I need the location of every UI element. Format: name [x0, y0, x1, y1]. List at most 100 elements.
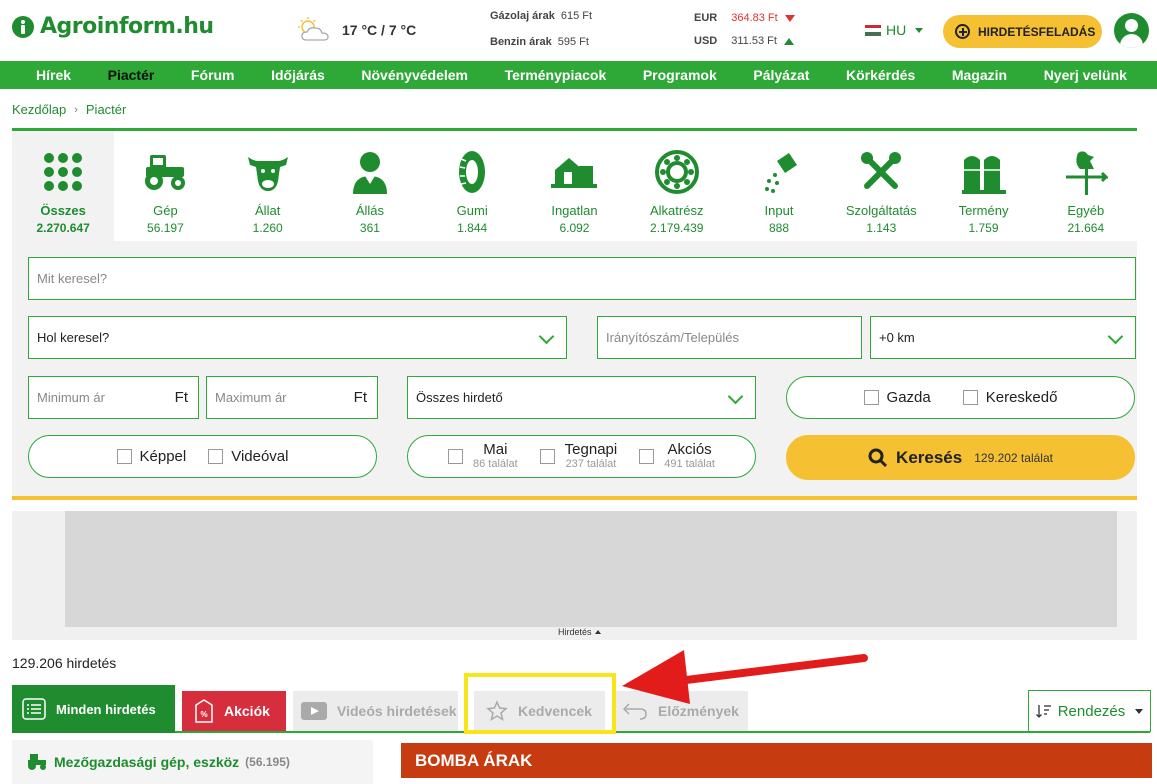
user-account-icon[interactable]	[1114, 13, 1149, 48]
tab-all-listings[interactable]: Minden hirdetés	[12, 685, 175, 733]
category-count: 1.260	[252, 221, 283, 235]
post-ad-button[interactable]: HIRDETÉSFELADÁS	[943, 15, 1102, 48]
plus-circle-icon	[955, 24, 970, 39]
category-ingatlan[interactable]: Ingatlan 6.092	[523, 131, 626, 241]
category-alkatresz[interactable]: Alkatrész 2.179.439	[625, 131, 728, 241]
usd-rate[interactable]: USD 311.53 Ft	[694, 35, 794, 47]
search-input[interactable]: Mit keresel?	[28, 257, 1136, 300]
category-label: Alkatrész	[649, 203, 704, 218]
trend-down-icon	[784, 14, 795, 22]
min-price-input[interactable]: Minimum ár Ft	[28, 376, 199, 419]
category-input[interactable]: Input 888	[727, 131, 831, 241]
radius-select[interactable]: +0 km	[870, 316, 1136, 359]
category-allat[interactable]: Állat 1.260	[216, 131, 319, 241]
sort-label: Rendezés	[1057, 702, 1126, 720]
photo-label: Képpel	[139, 448, 187, 465]
zip-input[interactable]: Irányítószám/Település	[597, 316, 862, 359]
gazda-label: Gazda	[886, 389, 931, 406]
nav-item-termenypiacok[interactable]: Terménypiacok	[505, 67, 607, 83]
max-price-input[interactable]: Maximum ár Ft	[206, 376, 378, 419]
sort-dropdown[interactable]: Rendezés	[1028, 690, 1151, 732]
chevron-down-icon	[915, 27, 924, 33]
nav-item-piacter[interactable]: Piactér	[108, 67, 155, 83]
category-gumi[interactable]: Gumi 1.844	[421, 131, 524, 241]
category-count: 1.844	[457, 221, 488, 235]
gazda-checkbox[interactable]: Gazda	[863, 389, 931, 406]
category-count: 888	[768, 221, 789, 235]
nav-item-programok[interactable]: Programok	[643, 67, 717, 83]
search-button[interactable]: Keresés 129.202 találat	[786, 435, 1135, 480]
fx-label: USD	[694, 35, 718, 47]
nav-item-novenyvedelem[interactable]: Növényvédelem	[361, 67, 468, 83]
category-egyeb[interactable]: Egyéb 21.664	[1034, 131, 1137, 241]
weather-temp: 17 °C / 7 °C	[342, 22, 417, 38]
language-selector[interactable]: HU	[865, 22, 924, 38]
eur-rate[interactable]: EUR 364.83 Ft	[694, 12, 795, 24]
breadcrumb-home[interactable]: Kezdőlap	[12, 102, 66, 117]
site-logo[interactable]: Agroinform.hu	[12, 14, 214, 39]
person-icon	[346, 149, 394, 195]
breadcrumb-current[interactable]: Piactér	[86, 102, 126, 117]
category-gep[interactable]: Gép 56.197	[114, 131, 217, 241]
search-icon	[868, 448, 888, 467]
nav-item-magazin[interactable]: Magazin	[952, 67, 1007, 83]
nav-item-nyerj-velunk[interactable]: Nyerj velünk	[1044, 67, 1127, 83]
category-count: 56.197	[147, 221, 184, 235]
red-arrow-annotation	[622, 650, 868, 704]
category-count: 6.092	[559, 221, 590, 235]
top-header: Agroinform.hu 17 °C / 7 °C Gázolaj árak 6…	[0, 0, 1157, 61]
nav-item-forum[interactable]: Fórum	[191, 67, 235, 83]
search-result-count: 129.202 találat	[974, 450, 1053, 465]
tab-video-listings[interactable]: Videós hirdetések	[293, 691, 458, 731]
nav-item-idojaras[interactable]: Időjárás	[271, 67, 325, 83]
today-checkbox[interactable]: Mai 86 találat	[448, 442, 518, 472]
seller-type-filter: Gazda Kereskedő	[786, 376, 1135, 419]
fuel-label: Benzin árak	[490, 36, 552, 48]
fuel-value: 615 Ft	[560, 10, 593, 22]
kereskedo-label: Kereskedő	[985, 389, 1058, 406]
ad-label[interactable]: Hirdetés	[558, 627, 601, 637]
sale-checkbox[interactable]: Akciós 491 találat	[639, 442, 715, 472]
nav-item-hirek[interactable]: Hírek	[36, 67, 71, 83]
fx-label: EUR	[694, 12, 718, 24]
category-termeny[interactable]: Termény 1.759	[932, 131, 1035, 241]
seed-bag-icon	[755, 149, 803, 195]
category-count: 2.179.439	[650, 221, 704, 235]
nav-item-korkerdes[interactable]: Körkérdés	[846, 67, 915, 83]
list-icon	[22, 698, 46, 720]
yesterday-checkbox[interactable]: Tegnapi 237 találat	[539, 442, 617, 472]
ad-banner: Hirdetés	[12, 511, 1137, 640]
sidebar-category-machines[interactable]: Mezőgazdasági gép, eszköz (56.195)	[12, 740, 373, 784]
chevron-down-icon	[1135, 708, 1144, 714]
chevron-down-icon	[538, 328, 555, 345]
video-checkbox[interactable]: Videóval	[208, 448, 289, 465]
ad-placeholder[interactable]	[65, 511, 1117, 627]
category-label: Input	[764, 203, 794, 218]
kereskedo-checkbox[interactable]: Kereskedő	[962, 389, 1058, 406]
category-label: Összes	[40, 203, 86, 218]
location-select[interactable]: Hol keresel?	[28, 316, 567, 359]
bomba-arak-header[interactable]: BOMBA ÁRAK	[401, 743, 1152, 778]
category-label: Gép	[153, 203, 178, 218]
category-szolgaltatas[interactable]: Szolgáltatás 1.143	[830, 131, 933, 241]
nav-item-palyazat[interactable]: Pályázat	[753, 67, 809, 83]
listing-count: 129.206 hirdetés	[12, 655, 117, 671]
tools-icon	[857, 149, 905, 195]
checkbox-icon	[863, 390, 879, 405]
petrol-price[interactable]: Benzin árak 595 Ft	[490, 36, 589, 48]
tab-label: Minden hirdetés	[56, 701, 156, 717]
category-allas[interactable]: Állás 361	[318, 131, 422, 241]
tractor-icon	[141, 149, 189, 195]
weather-widget[interactable]: 17 °C / 7 °C	[294, 16, 416, 44]
tab-label: Akciók	[224, 703, 270, 719]
category-osszes[interactable]: Összes 2.270.647	[12, 131, 115, 241]
advertiser-select[interactable]: Összes hirdető	[407, 376, 756, 419]
radius-value: +0 km	[879, 330, 915, 345]
photo-checkbox[interactable]: Képpel	[116, 448, 187, 465]
min-price-placeholder: Minimum ár	[37, 390, 105, 405]
diesel-price[interactable]: Gázolaj árak 615 Ft	[490, 10, 592, 22]
category-label: Állás	[355, 203, 385, 218]
sort-icon	[1035, 705, 1051, 718]
partly-cloudy-icon	[298, 17, 329, 41]
tab-sales[interactable]: % Akciók	[182, 691, 286, 731]
